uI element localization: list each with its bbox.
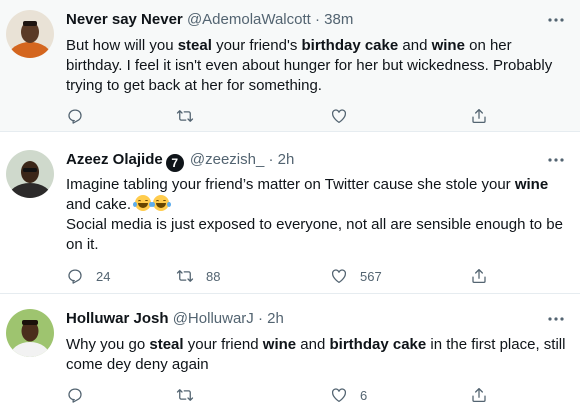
tweet-header: Holluwar Josh @HolluwarJ · 2h: [66, 309, 284, 329]
more-icon[interactable]: [546, 309, 566, 329]
tweet-text-line: on it.: [66, 235, 566, 255]
action-bar: 24 88 567: [66, 266, 496, 286]
text-run: and: [398, 37, 432, 54]
text-run: and cake.: [66, 196, 136, 213]
share-button[interactable]: [470, 266, 488, 286]
like-icon: [330, 386, 348, 404]
text-run: come dey deny again: [66, 356, 209, 373]
reply-count: 24: [96, 268, 111, 284]
tweet-text-line: But how will you steal your friend's bir…: [66, 36, 566, 56]
retweet-button[interactable]: [176, 385, 206, 405]
like-button[interactable]: [330, 106, 360, 126]
bold-text: wine: [431, 37, 465, 54]
action-bar: [66, 106, 496, 126]
like-icon: [330, 267, 348, 285]
tweet-text-line: Imagine tabling your friend’s matter on …: [66, 175, 566, 195]
bold-text: wine: [262, 336, 297, 353]
bold-text: wine: [514, 176, 549, 193]
text-run: your friend's: [211, 37, 302, 54]
tweet[interactable]: Azeez Olajide 7 @zeezish_ · 2h Imagine ta…: [0, 138, 580, 293]
text-run: birthday. I feel it isn't even about hun…: [66, 57, 553, 74]
tweet-text-line: come dey deny again: [66, 355, 566, 375]
retweet-button[interactable]: [176, 106, 206, 126]
share-icon: [470, 386, 488, 404]
reply-button[interactable]: [66, 385, 96, 405]
like-count: 6: [360, 387, 368, 403]
tweet[interactable]: Holluwar Josh @HolluwarJ · 2h Why you go…: [0, 293, 580, 415]
tweet-text: Imagine tabling your friend’s matter on …: [66, 175, 566, 255]
reply-button[interactable]: 24: [66, 266, 110, 286]
text-run: Imagine tabling your friend’s matter on …: [66, 176, 515, 193]
retweet-button[interactable]: 88: [176, 266, 220, 286]
bold-text: steal: [149, 336, 184, 353]
tweet-text-line: and cake.: [66, 195, 566, 215]
thread-gap: [0, 131, 580, 138]
text-run: in the first place, still: [426, 336, 566, 353]
like-count: 567: [360, 268, 382, 284]
text-run: Why you go: [66, 336, 150, 353]
display-name[interactable]: Azeez Olajide: [66, 151, 163, 168]
share-icon: [470, 267, 488, 285]
separator: ·: [315, 11, 320, 28]
more-icon[interactable]: [546, 150, 566, 170]
tweet[interactable]: Never say Never @AdemolaWalcott · 38m Bu…: [0, 0, 580, 138]
user-handle[interactable]: @zeezish_: [190, 151, 264, 168]
share-button[interactable]: [470, 106, 488, 126]
text-run: trying to get back at her for something.: [66, 77, 322, 94]
display-name[interactable]: Never say Never: [66, 11, 183, 28]
separator: ·: [257, 310, 263, 327]
avatar[interactable]: [6, 10, 54, 58]
user-handle[interactable]: @AdemolaWalcott: [187, 11, 311, 28]
bold-text: birthday cake: [301, 37, 399, 54]
joy-emoji-icon: [133, 195, 154, 211]
tweet-header: Never say Never @AdemolaWalcott · 38m: [66, 10, 353, 30]
text-run: and: [296, 336, 330, 353]
text-run: But how will you: [66, 37, 178, 54]
text-run: on it.: [66, 236, 99, 253]
more-icon[interactable]: [546, 10, 566, 30]
timestamp[interactable]: 2h: [278, 151, 295, 168]
display-name[interactable]: Holluwar Josh: [66, 310, 169, 327]
user-handle[interactable]: @HolluwarJ: [173, 310, 254, 327]
separator: ·: [268, 151, 274, 168]
tweet-text-line: birthday. I feel it isn't even about hun…: [66, 56, 566, 76]
tweet-text-line: Social media is just exposed to everyone…: [66, 215, 566, 235]
retweet-icon: [176, 107, 194, 125]
tweet-text-line: Why you go steal your friend wine and bi…: [66, 335, 566, 355]
timestamp[interactable]: 2h: [267, 310, 284, 327]
joy-emoji-icon: [151, 195, 172, 211]
reply-icon: [66, 267, 84, 285]
avatar[interactable]: [6, 309, 54, 357]
reply-icon: [66, 386, 84, 404]
tweet-text: Why you go steal your friend wine and bi…: [66, 335, 566, 375]
like-button[interactable]: 6: [330, 385, 367, 405]
retweet-count: 88: [206, 268, 221, 284]
text-run: on her: [464, 37, 512, 54]
reply-icon: [66, 107, 84, 125]
verified-badge: 7: [165, 154, 184, 172]
share-icon: [470, 107, 488, 125]
retweet-icon: [176, 267, 194, 285]
like-button[interactable]: 567: [330, 266, 382, 286]
tweet-header: Azeez Olajide 7 @zeezish_ · 2h: [66, 150, 294, 172]
bold-text: birthday cake: [329, 336, 427, 353]
text-run: your friend: [183, 336, 263, 353]
like-icon: [330, 107, 348, 125]
bold-text: steal: [177, 37, 212, 54]
timestamp[interactable]: 38m: [324, 11, 353, 28]
avatar[interactable]: [6, 150, 54, 198]
text-run: Social media is just exposed to everyone…: [66, 216, 563, 233]
retweet-icon: [176, 386, 194, 404]
reply-button[interactable]: [66, 106, 96, 126]
share-button[interactable]: [470, 385, 488, 405]
tweet-text-line: trying to get back at her for something.: [66, 76, 566, 96]
tweet-text: But how will you steal your friend's bir…: [66, 36, 566, 96]
action-bar: 6: [66, 385, 496, 405]
